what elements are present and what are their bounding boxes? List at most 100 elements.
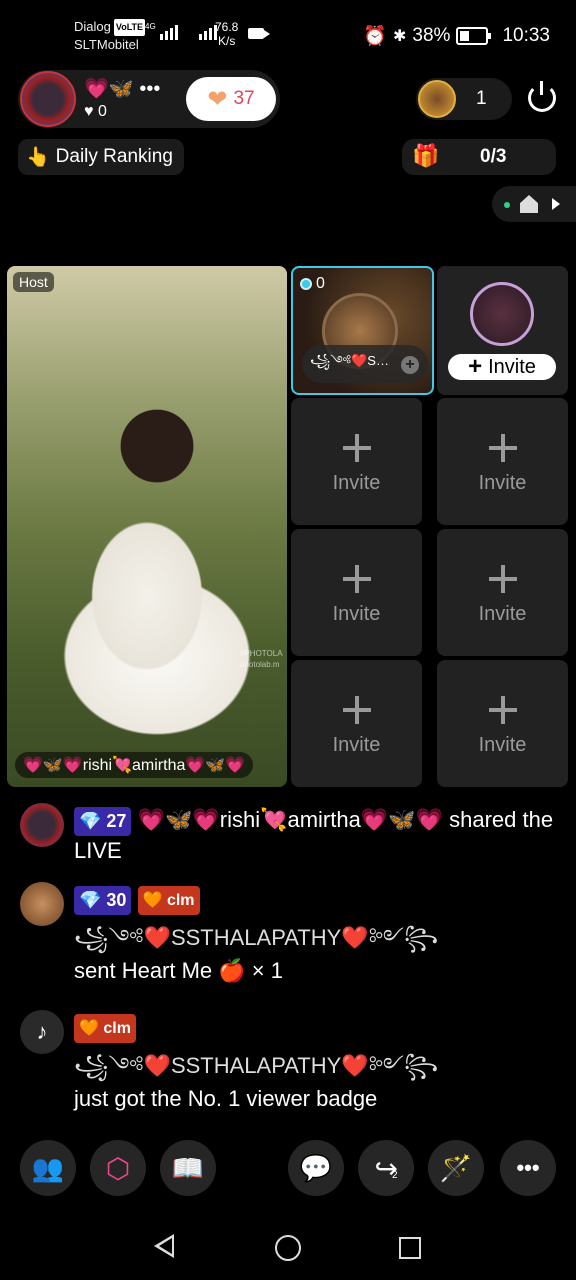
seat-invite-label: Invite bbox=[478, 603, 527, 625]
clock: 10:33 bbox=[502, 25, 550, 46]
box-button[interactable]: ⬡ bbox=[90, 1140, 146, 1196]
speed-value: 76.8 bbox=[215, 20, 239, 34]
watermark: #PHOTOLA photolab.m bbox=[240, 649, 283, 669]
invite-button[interactable]: + Invite bbox=[448, 354, 556, 380]
chat-text: just got the No. 1 viewer badge bbox=[74, 1085, 378, 1111]
seat-empty[interactable]: Invite bbox=[291, 529, 422, 656]
host-name: 💗🦋 ••• bbox=[84, 78, 161, 100]
plus-icon bbox=[342, 434, 371, 462]
fan-badge-label: clm bbox=[103, 1019, 131, 1037]
home-icon bbox=[520, 195, 538, 213]
plus-icon bbox=[342, 696, 371, 724]
fan-badge: 🧡 clm bbox=[74, 1013, 136, 1043]
fan-badge-label: clm bbox=[166, 891, 195, 909]
carrier-2: SLTMobitel bbox=[74, 37, 139, 53]
hearts-count: 37 bbox=[233, 88, 255, 109]
seat-invite-label: Invite bbox=[478, 734, 527, 756]
live-dot-icon bbox=[504, 202, 510, 208]
seat-invite-label: Invite bbox=[332, 603, 381, 625]
seat-empty[interactable]: Invite bbox=[291, 398, 422, 525]
sender-name: ꧁༺❤️SSTHALAPATHY❤️༻꧂ bbox=[74, 1052, 439, 1078]
people-icon: 👥 bbox=[31, 1152, 65, 1183]
network-type: 4G bbox=[145, 22, 156, 31]
battery-percent: 38% bbox=[412, 25, 451, 46]
share-count: 2 bbox=[391, 1169, 398, 1181]
back-icon-inner bbox=[159, 1238, 172, 1254]
chat-text: 💗🦋💗rishi💘amirtha💗🦋💗 shared the LIVE bbox=[74, 807, 554, 863]
power-icon[interactable] bbox=[528, 81, 556, 112]
chat-message: 💎 27 💗🦋💗rishi💘amirtha💗🦋💗 shared the LIVE bbox=[74, 805, 564, 865]
chat-message: 🧡 clm ꧁༺❤️SSTHALAPATHY❤️༻꧂ just got the … bbox=[74, 1012, 564, 1113]
kt-avatar[interactable] bbox=[470, 282, 534, 346]
viewer-count: 1 bbox=[476, 88, 487, 109]
seat-empty[interactable]: Invite bbox=[437, 398, 568, 525]
seat-empty[interactable]: Invite bbox=[437, 660, 568, 787]
seat-invite-label: Invite bbox=[332, 472, 381, 494]
message-button[interactable]: 💬 bbox=[288, 1140, 344, 1196]
sender-name: ꧁༺❤️SSTHALAPATHY❤️༻꧂ bbox=[74, 924, 439, 950]
seat-empty[interactable]: Invite bbox=[291, 660, 422, 787]
chat-avatar[interactable] bbox=[20, 882, 64, 926]
ranking-icon: 👆 bbox=[26, 147, 50, 168]
share-button[interactable]: ↪ 2 bbox=[358, 1140, 414, 1196]
plus-icon bbox=[488, 565, 517, 593]
top-viewer-avatar[interactable] bbox=[418, 80, 456, 118]
seat-empty[interactable]: Invite bbox=[437, 529, 568, 656]
invite-label: Invite bbox=[488, 355, 536, 378]
seat-score-value: 0 bbox=[316, 275, 325, 292]
home-nav-icon[interactable] bbox=[275, 1235, 301, 1261]
recents-icon[interactable] bbox=[399, 1237, 421, 1259]
magic-wand-icon: 🪄 bbox=[439, 1152, 473, 1183]
task-progress: 0/3 bbox=[480, 146, 507, 167]
host-video-tile[interactable] bbox=[7, 266, 287, 787]
gift-box-icon: 🎁 bbox=[412, 143, 440, 168]
follow-plus-icon[interactable]: + bbox=[401, 356, 419, 374]
battery-icon bbox=[456, 27, 492, 45]
heart-icon: ❤ bbox=[207, 85, 228, 113]
more-icon: ••• bbox=[516, 1155, 540, 1180]
chat-message: 💎 30 🧡 clm ꧁༺❤️SSTHALAPATHY❤️༻꧂ sent Hea… bbox=[74, 884, 564, 985]
host-label: Host bbox=[13, 272, 54, 292]
carrier-info: Dialog VoLTE SLTMobitel bbox=[74, 18, 146, 53]
status-right: ⏰ ✱ 38% 10:33 bbox=[363, 24, 550, 48]
host-avatar[interactable] bbox=[20, 71, 76, 127]
level-value: 27 bbox=[106, 810, 127, 831]
plus-icon bbox=[488, 696, 517, 724]
seat-score: 0 bbox=[300, 275, 325, 293]
video-icon bbox=[248, 28, 270, 39]
level-badge: 💎 30 bbox=[74, 885, 132, 915]
seat-invite-label: Invite bbox=[478, 472, 527, 494]
fan-badge: 🧡 clm bbox=[137, 885, 200, 915]
speed-unit: K/s bbox=[218, 34, 236, 48]
tiktok-icon: ♪ bbox=[20, 1010, 64, 1054]
level-badge: 💎 27 bbox=[74, 806, 132, 836]
book-button[interactable]: 📖 bbox=[160, 1140, 216, 1196]
message-icon: 💬 bbox=[299, 1152, 333, 1183]
plus-icon bbox=[342, 565, 371, 593]
cube-icon: ⬡ bbox=[105, 1152, 131, 1184]
play-icon bbox=[552, 198, 560, 210]
bluetooth-icon: ✱ bbox=[393, 28, 407, 45]
carrier-1: Dialog bbox=[74, 19, 111, 34]
host-caption: 💗🦋💗rishi💘amirtha💗🦋💗 bbox=[15, 752, 254, 778]
level-value: 30 bbox=[106, 889, 127, 910]
host-likes: ♥ 0 bbox=[84, 103, 107, 120]
more-button[interactable]: ••• bbox=[500, 1140, 556, 1196]
network-speed: 76.8 K/s bbox=[215, 20, 238, 48]
signal-icon: 4G bbox=[145, 22, 225, 44]
plus-icon: + bbox=[468, 353, 483, 380]
score-icon bbox=[300, 278, 312, 290]
chat-text: sent Heart Me 🍎 × 1 bbox=[74, 957, 283, 983]
book-sparkle-icon: 📖 bbox=[171, 1152, 205, 1183]
status-bar: Dialog VoLTE SLTMobitel 4G 76.8 K/s ⏰ ✱ 3… bbox=[0, 0, 576, 70]
plus-icon bbox=[488, 434, 517, 462]
volte-badge: VoLTE bbox=[113, 19, 146, 37]
seat-invite-label: Invite bbox=[332, 734, 381, 756]
guests-button[interactable]: 👥 bbox=[20, 1140, 76, 1196]
mini-control[interactable] bbox=[492, 186, 576, 222]
heart-button[interactable]: ❤ 37 bbox=[186, 77, 276, 121]
chat-avatar[interactable] bbox=[20, 803, 64, 847]
magic-button[interactable]: 🪄 bbox=[428, 1140, 484, 1196]
alarm-icon: ⏰ bbox=[363, 26, 388, 47]
daily-ranking-button[interactable]: 👆 Daily Ranking bbox=[18, 139, 184, 175]
